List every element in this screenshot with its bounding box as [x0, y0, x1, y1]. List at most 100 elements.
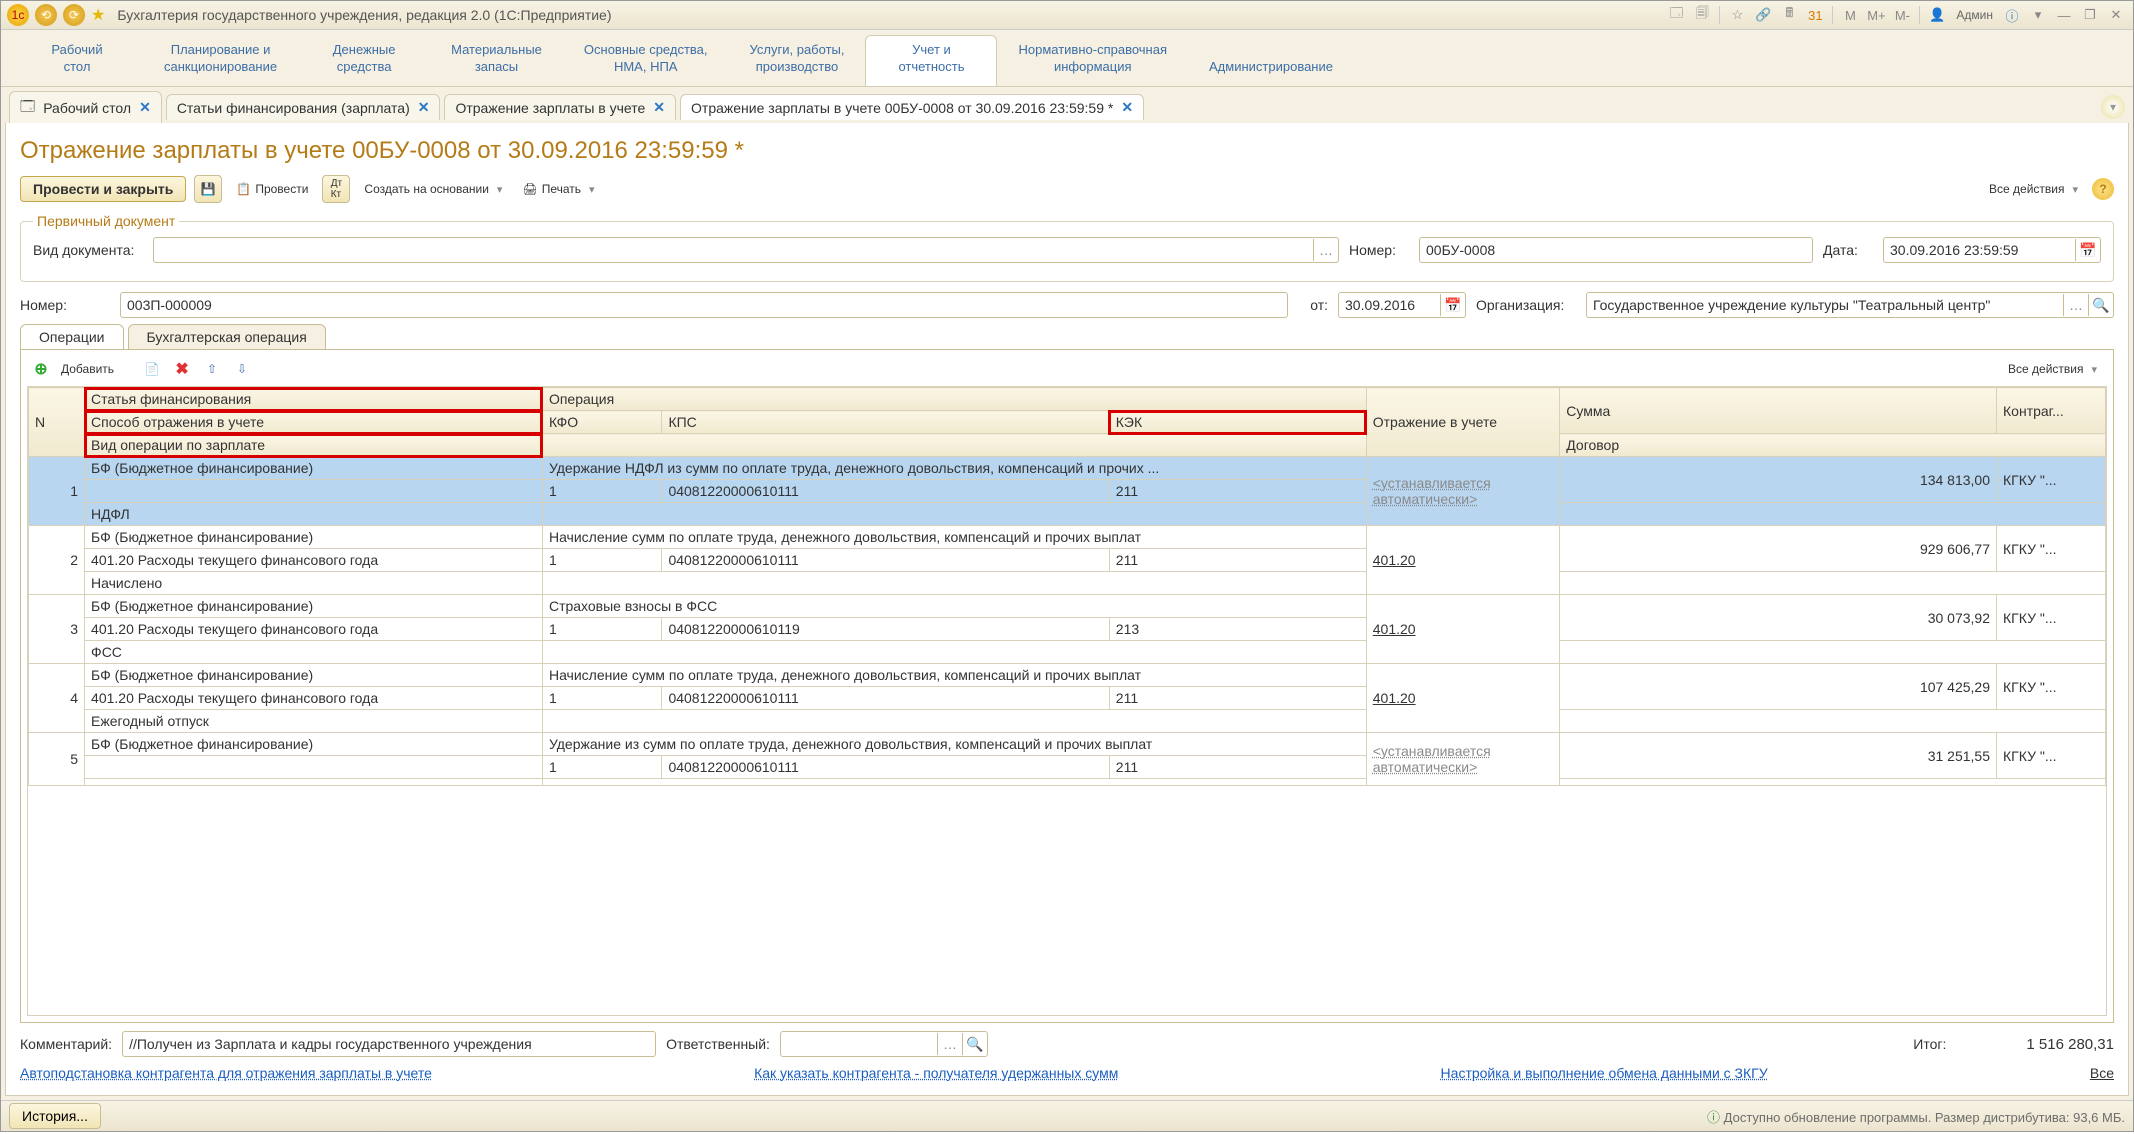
nav-materials[interactable]: Материальные запасы [430, 35, 563, 86]
from-date-field[interactable]: 30.09.2016 📅 [1338, 292, 1466, 318]
tab-close-icon[interactable]: ✕ [653, 99, 665, 116]
doc-type-field[interactable]: … [153, 237, 1339, 263]
table-row[interactable]: 2 БФ (Бюджетное финансирование) Начислен… [29, 526, 2106, 549]
table-row[interactable]: 4 БФ (Бюджетное финансирование) Начислен… [29, 664, 2106, 687]
add-row-label[interactable]: Добавить [61, 362, 114, 376]
nav-fixed-assets[interactable]: Основные средства, НМА, НПА [563, 35, 729, 86]
nav-services[interactable]: Услуги, работы, производство [729, 35, 866, 86]
col-sum[interactable]: Сумма [1560, 388, 1997, 434]
col-n[interactable]: N [29, 388, 85, 457]
col-kek[interactable]: КЭК [1109, 411, 1366, 434]
table-row[interactable]: 1 БФ (Бюджетное финансирование) Удержани… [29, 457, 2106, 480]
table-row[interactable]: 3 БФ (Бюджетное финансирование) Страховы… [29, 595, 2106, 618]
dropdown-icon[interactable]: ▾ [2027, 4, 2049, 26]
m-minus-icon[interactable]: M- [1891, 4, 1913, 26]
col-kps[interactable]: КПС [662, 411, 1109, 434]
toolbar-icon-2[interactable]: 🗐 [1691, 4, 1713, 26]
link-how-specify-counterparty[interactable]: Как указать контрагента - получателя уде… [754, 1065, 1118, 1081]
nav-admin[interactable]: Администрирование [1188, 52, 1354, 86]
copy-row-icon[interactable]: 📄 [142, 359, 162, 379]
tab-accounting-op[interactable]: Бухгалтерская операция [128, 324, 326, 350]
star-outline-icon[interactable]: ☆ [1726, 4, 1748, 26]
number2-field[interactable]: 003П-000009 [120, 292, 1288, 318]
nav-desktop[interactable]: Рабочий стол [11, 35, 143, 86]
table-row[interactable]: Ежегодный отпуск [29, 710, 2106, 733]
grid[interactable]: N Статья финансирования Операция Отражен… [27, 386, 2107, 1016]
col-fin-article[interactable]: Статья финансирования [85, 388, 543, 411]
toolbar-icon-1[interactable]: 🗔 [1665, 4, 1687, 26]
info-icon[interactable]: ⓘ [2001, 4, 2023, 26]
create-based-button[interactable]: Создать на основании [358, 178, 508, 200]
tab-fin-articles[interactable]: Статьи финансирования (зарплата) ✕ [166, 94, 441, 120]
nav-cash[interactable]: Денежные средства [298, 35, 430, 86]
number-field[interactable]: 00БУ-0008 [1419, 237, 1813, 263]
select-icon[interactable]: … [937, 1033, 962, 1055]
m-plus-icon[interactable]: M+ [1865, 4, 1887, 26]
link-auto-counterparty[interactable]: Автоподстановка контрагента для отражени… [20, 1065, 432, 1081]
search-icon[interactable]: 🔍 [962, 1033, 987, 1055]
search-icon[interactable]: 🔍 [2088, 294, 2113, 316]
calendar-icon[interactable]: 31 [1804, 4, 1826, 26]
select-icon[interactable]: … [2063, 294, 2088, 316]
minimize-icon[interactable]: — [2053, 4, 2075, 26]
delete-row-icon[interactable]: ✖ [172, 359, 192, 379]
table-row[interactable] [29, 779, 2106, 786]
post-and-close-button[interactable]: Провести и закрыть [20, 176, 186, 202]
comment-label: Комментарий: [20, 1036, 112, 1052]
save-icon[interactable]: 💾 [194, 175, 222, 203]
date-field[interactable]: 30.09.2016 23:59:59 📅 [1883, 237, 2101, 263]
org-field[interactable]: Государственное учреждение культуры "Теа… [1586, 292, 2114, 318]
table-all-actions[interactable]: Все действия [2002, 358, 2103, 380]
app-logo-icon[interactable]: 1c [7, 4, 29, 26]
responsible-field[interactable]: … 🔍 [780, 1031, 988, 1057]
calendar-icon[interactable]: 📅 [2075, 239, 2100, 261]
calendar-icon[interactable]: 📅 [1440, 294, 1465, 316]
col-reflect-method[interactable]: Способ отражения в учете [85, 411, 543, 434]
move-up-icon[interactable]: ⇧ [202, 359, 222, 379]
calc-icon[interactable]: 🖩 [1778, 4, 1800, 26]
table-row[interactable]: ФСС [29, 641, 2106, 664]
move-down-icon[interactable]: ⇩ [232, 359, 252, 379]
table-row[interactable]: Начислено [29, 572, 2106, 595]
tab-close-icon[interactable]: ✕ [139, 99, 151, 116]
post-button[interactable]: 📋Провести [230, 178, 314, 200]
tab-close-icon[interactable]: ✕ [418, 99, 430, 116]
tab-salary-reflection-list[interactable]: Отражение зарплаты в учете ✕ [444, 94, 676, 120]
link-all[interactable]: Все [2090, 1065, 2114, 1081]
back-icon[interactable]: ⟲ [35, 4, 57, 26]
col-salary-op[interactable]: Вид операции по зарплате [85, 434, 543, 457]
tab-salary-reflection-doc[interactable]: Отражение зарплаты в учете 00БУ-0008 от … [680, 94, 1144, 120]
forward-icon[interactable]: ⟳ [63, 4, 85, 26]
page-title: Отражение зарплаты в учете 00БУ-0008 от … [20, 137, 2114, 165]
nav-accounting[interactable]: Учет и отчетность [865, 35, 997, 86]
col-contract[interactable]: Договор [1560, 434, 2106, 457]
nav-reference[interactable]: Нормативно-справочная информация [997, 35, 1188, 86]
expand-icon[interactable]: ▾ [2101, 95, 2125, 119]
m-icon[interactable]: M [1839, 4, 1861, 26]
table-row[interactable]: НДФЛ [29, 503, 2106, 526]
maximize-icon[interactable]: ❐ [2079, 4, 2101, 26]
col-operation[interactable]: Операция [542, 388, 1366, 411]
history-button[interactable]: История... [9, 1103, 101, 1129]
col-counterparty[interactable]: Контраг... [1997, 388, 2106, 434]
info-small-icon: ⓘ [1707, 1110, 1720, 1125]
user-label[interactable]: Админ [1952, 8, 1997, 22]
tab-close-icon[interactable]: ✕ [1121, 99, 1133, 116]
all-actions-button[interactable]: Все действия [1983, 178, 2084, 200]
col-kfo[interactable]: КФО [542, 411, 662, 434]
tab-operations[interactable]: Операции [20, 324, 124, 350]
col-reflection[interactable]: Отражение в учете [1366, 388, 1560, 457]
add-row-icon[interactable]: ⊕ [31, 359, 51, 379]
dt-kt-icon[interactable]: ДтКт [322, 175, 350, 203]
close-icon[interactable]: ✕ [2105, 4, 2127, 26]
comment-field[interactable]: //Получен из Зарплата и кадры государств… [122, 1031, 656, 1057]
favorite-icon[interactable]: ★ [91, 5, 105, 25]
link-zkgu-exchange[interactable]: Настройка и выполнение обмена данными с … [1441, 1065, 1768, 1081]
select-icon[interactable]: … [1313, 239, 1338, 261]
print-button[interactable]: 🖨Печать [516, 178, 600, 200]
nav-planning[interactable]: Планирование и санкционирование [143, 35, 298, 86]
link-icon[interactable]: 🔗 [1752, 4, 1774, 26]
tab-desktop[interactable]: 🗔 Рабочий стол ✕ [9, 91, 162, 124]
help-icon[interactable]: ? [2092, 178, 2114, 200]
table-row[interactable]: 5 БФ (Бюджетное финансирование) Удержани… [29, 733, 2106, 756]
